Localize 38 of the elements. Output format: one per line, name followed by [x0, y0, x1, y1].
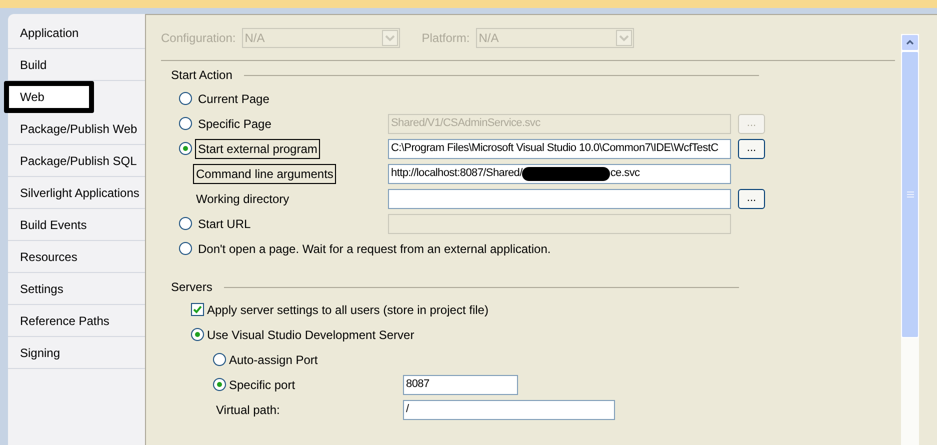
option-label: Apply server settings to all users (store in project file): [207, 302, 488, 318]
option-label: Specific port: [229, 376, 296, 394]
input-field[interactable]: http://localhost:8087/Shared/ ce.svc: [388, 164, 731, 184]
option-label: Current Page: [197, 90, 270, 108]
browse-button[interactable]: ...: [738, 188, 765, 208]
input-field[interactable]: 8087: [403, 374, 518, 394]
input-field[interactable]: [388, 188, 731, 208]
option-label: Auto-assign Port: [229, 352, 318, 368]
scroll-up-button[interactable]: [901, 34, 919, 51]
option-label: Virtual path:: [216, 402, 280, 418]
grip-icon: [906, 191, 914, 198]
option-label: Use Visual Studio Development Server: [207, 326, 414, 344]
option-label: Working directory: [195, 190, 290, 208]
platform-label: Platform:: [422, 30, 470, 46]
sidebar-tab[interactable]: Web: [4, 81, 94, 113]
radio-button[interactable]: [179, 117, 192, 130]
scrollbar[interactable]: [901, 34, 919, 445]
group-title: Servers: [171, 279, 212, 296]
radio-button[interactable]: [213, 353, 226, 366]
browse-button[interactable]: ...: [738, 138, 765, 158]
checkbox[interactable]: [191, 303, 204, 316]
option-label: Start URL: [197, 216, 252, 232]
group-title: Start Action: [171, 67, 232, 84]
input-field[interactable]: C:\Program Files\Microsoft Visual Studio 10.0\Common7\IDE\WcfTestC: [388, 138, 731, 158]
radio-button[interactable]: [179, 242, 192, 255]
option-label: Command line arguments: [193, 164, 336, 184]
input-field[interactable]: /: [403, 400, 615, 420]
option-label: Don't open a page. Wait for a request from an external application.: [197, 240, 552, 258]
radio-button[interactable]: [179, 142, 192, 155]
caret-up-icon: [906, 40, 914, 45]
radio-button[interactable]: [179, 217, 192, 230]
radio-button[interactable]: [179, 92, 192, 105]
radio-button[interactable]: [213, 378, 226, 391]
option-label: Specific Page: [197, 116, 272, 132]
radio-button[interactable]: [191, 328, 204, 341]
scroll-thumb[interactable]: [901, 51, 919, 338]
configuration-label: Configuration:: [161, 30, 236, 46]
option-label: Start external program: [195, 138, 320, 158]
